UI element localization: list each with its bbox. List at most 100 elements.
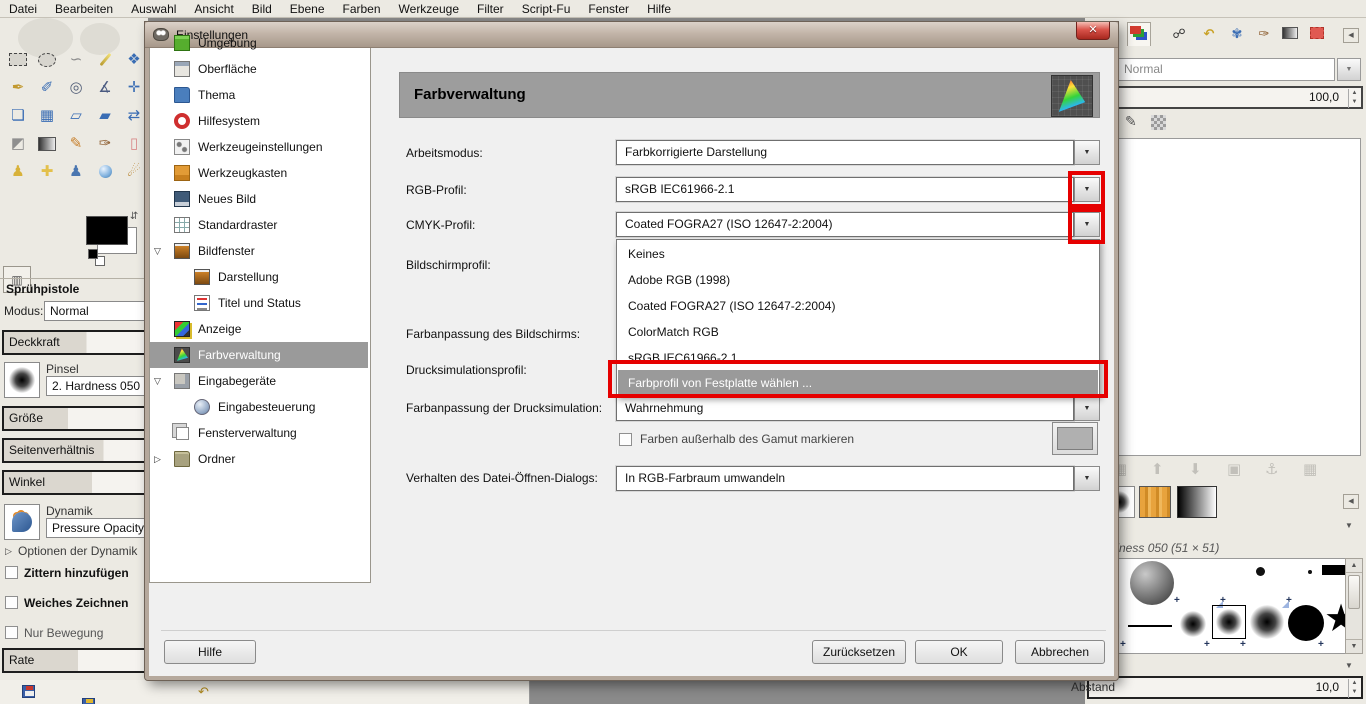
- menu-datei[interactable]: Datei: [0, 0, 46, 18]
- foreground-color-swatch[interactable]: [86, 216, 128, 245]
- brush-fuzzy-small[interactable]: [1180, 611, 1206, 637]
- flip-tool-icon[interactable]: ⇄: [121, 104, 147, 129]
- tree-item-ordner[interactable]: ▷Ordner: [150, 446, 368, 472]
- patterns-tab-icon[interactable]: [1305, 22, 1329, 46]
- save-options-icon[interactable]: [22, 685, 35, 698]
- tree-item-standardraster[interactable]: Standardraster: [150, 212, 368, 238]
- profile-option-colormatch[interactable]: ColorMatch RGB: [618, 319, 1098, 345]
- default-colors-icon[interactable]: [88, 249, 98, 259]
- layer-mode-dropdown-icon[interactable]: ▼: [1337, 58, 1361, 81]
- brushes-tab-icon[interactable]: ✑: [1252, 22, 1276, 46]
- ok-button[interactable]: OK: [915, 640, 1003, 664]
- scroll-up-icon[interactable]: ▲: [1346, 559, 1362, 573]
- swap-colors-icon[interactable]: ⇵: [130, 211, 138, 222]
- undo-history-tab-icon[interactable]: ↶: [1197, 22, 1221, 46]
- zoom-tool-icon[interactable]: ◎: [63, 76, 89, 101]
- menu-fenster[interactable]: Fenster: [579, 0, 638, 18]
- brush-grid-scrollbar[interactable]: ▲ ▼: [1345, 558, 1363, 654]
- tree-item-thema[interactable]: Thema: [150, 82, 368, 108]
- zuruecksetzen-button[interactable]: Zurücksetzen: [812, 640, 906, 664]
- menu-bearbeiten[interactable]: Bearbeiten: [46, 0, 122, 18]
- tree-item-darstellung[interactable]: Darstellung: [150, 264, 368, 290]
- brush-small-dot[interactable]: [1256, 567, 1265, 576]
- brush-tag-dropdown-icon[interactable]: ▼: [1345, 661, 1353, 670]
- brush-select[interactable]: 2. Hardness 050: [46, 376, 148, 396]
- pencil-tool-icon[interactable]: ✎: [63, 132, 89, 157]
- scroll-down-icon[interactable]: ▼: [1346, 639, 1362, 653]
- brush-tiny-dot[interactable]: [1308, 570, 1312, 574]
- dynamics-options-label[interactable]: Optionen der Dynamik: [18, 544, 137, 558]
- brush-spacing-slider[interactable]: Abstand 10,0 ▲▼: [1087, 676, 1363, 699]
- farbanpassung-druck-dropdown-icon[interactable]: ▼: [1074, 396, 1100, 421]
- paths-tab-icon[interactable]: ☍: [1167, 22, 1191, 46]
- datei-oeffnen-dropdown-icon[interactable]: ▼: [1074, 466, 1100, 491]
- layer-opacity-slider[interactable]: Deckkraft 100,0 ▲▼: [1087, 86, 1363, 109]
- lock-pixels-icon[interactable]: ✎: [1125, 113, 1137, 130]
- perspective-tool-icon[interactable]: ▰: [92, 104, 118, 129]
- active-gradient-thumbnail[interactable]: [1177, 486, 1217, 518]
- arbeitsmodus-dropdown-icon[interactable]: ▼: [1074, 140, 1100, 165]
- hilfe-button[interactable]: Hilfe: [164, 640, 256, 664]
- opacity-slider[interactable]: Deckkraft: [2, 330, 148, 355]
- tree-item-bildfenster[interactable]: ▽Bildfenster: [150, 238, 368, 264]
- layer-mode-select[interactable]: Normal: [1117, 58, 1335, 81]
- align-tool-icon[interactable]: ❏: [5, 104, 31, 129]
- reset-options-icon[interactable]: ↶: [198, 684, 209, 700]
- rect-select-tool-icon[interactable]: [5, 48, 31, 73]
- close-icon[interactable]: ✕: [1076, 22, 1110, 40]
- rgb-profil-select[interactable]: sRGB IEC61966-2.1: [616, 177, 1074, 202]
- menu-bild[interactable]: Bild: [243, 0, 281, 18]
- smooth-stroke-checkbox[interactable]: [5, 596, 18, 609]
- size-slider[interactable]: Größe: [2, 406, 148, 431]
- move-tool-icon[interactable]: ✛: [121, 76, 147, 101]
- tree-item-farbverwaltung[interactable]: Farbverwaltung: [150, 342, 368, 368]
- brush-filter-dropdown-icon[interactable]: ▼: [1345, 521, 1353, 530]
- brush-selected[interactable]: [1212, 605, 1246, 639]
- layers-list[interactable]: [1103, 138, 1361, 456]
- menu-ebene[interactable]: Ebene: [281, 0, 334, 18]
- aspect-ratio-slider[interactable]: Seitenverhältnis: [2, 438, 148, 463]
- ellipse-select-tool-icon[interactable]: [34, 48, 60, 73]
- tree-item-werkzeugkasten[interactable]: Werkzeugkasten: [150, 160, 368, 186]
- rgb-profil-dropdown-icon[interactable]: ▼: [1074, 177, 1100, 202]
- brush-sphere[interactable]: [1130, 561, 1174, 605]
- dynamics-select[interactable]: Pressure Opacity: [46, 518, 148, 538]
- brush-circle[interactable]: [1288, 605, 1324, 641]
- jitter-checkbox[interactable]: [5, 566, 18, 579]
- tree-item-fensterverwaltung[interactable]: Fensterverwaltung: [150, 420, 368, 446]
- bucket-fill-tool-icon[interactable]: ◩: [5, 132, 31, 157]
- arbeitsmodus-select[interactable]: Farbkorrigierte Darstellung: [616, 140, 1074, 165]
- tree-item-werkzeugeinstellungen[interactable]: Werkzeugeinstellungen: [150, 134, 368, 160]
- cmyk-profil-dropdown-icon[interactable]: ▼: [1074, 212, 1100, 237]
- tree-item-titel-und-status[interactable]: Titel und Status: [150, 290, 368, 316]
- menu-werkzeuge[interactable]: Werkzeuge: [390, 0, 468, 18]
- gamut-warning-checkbox[interactable]: [619, 433, 632, 446]
- perspective-clone-tool-icon[interactable]: ♟: [63, 160, 89, 185]
- save-options-as-icon[interactable]: [82, 698, 95, 704]
- profile-option-fogra27[interactable]: Coated FOGRA27 (ISO 12647-2:2004): [618, 293, 1098, 319]
- menu-farben[interactable]: Farben: [334, 0, 390, 18]
- scrollbar-thumb[interactable]: [1348, 575, 1360, 609]
- menu-filter[interactable]: Filter: [468, 0, 513, 18]
- opacity-spinner[interactable]: ▲▼: [1348, 89, 1360, 108]
- expander-open-icon[interactable]: ▽: [154, 368, 161, 394]
- farbanpassung-druck-select[interactable]: Wahrnehmung: [616, 396, 1074, 421]
- datei-oeffnen-select[interactable]: In RGB-Farbraum umwandeln: [616, 466, 1074, 491]
- tree-item-oberflaeche[interactable]: Oberfläche: [150, 56, 368, 82]
- delete-layer-icon[interactable]: ▦: [1303, 460, 1317, 478]
- tree-item-anzeige[interactable]: Anzeige: [150, 316, 368, 342]
- anchor-layer-icon[interactable]: ⚓: [1265, 460, 1278, 478]
- heal-tool-icon[interactable]: ✚: [34, 160, 60, 185]
- layers-tab-icon[interactable]: [1127, 22, 1151, 46]
- expander-closed-icon[interactable]: ▷: [154, 446, 161, 472]
- brush-line[interactable]: [1128, 625, 1172, 627]
- paths-tool-icon[interactable]: ✒: [5, 76, 31, 101]
- expander-open-icon[interactable]: ▽: [154, 238, 161, 264]
- dynamics-options-expander-icon[interactable]: ▷: [5, 546, 12, 557]
- dynamics-thumbnail[interactable]: [4, 504, 40, 540]
- tree-item-eingabegeraete[interactable]: ▽Eingabegeräte: [150, 368, 368, 394]
- paintbrush-tool-icon[interactable]: ✑: [92, 132, 118, 157]
- angle-slider[interactable]: Winkel: [2, 470, 148, 495]
- dock-collapse-icon[interactable]: ◀: [1343, 28, 1359, 43]
- magic-wand-tool-icon[interactable]: [92, 48, 118, 73]
